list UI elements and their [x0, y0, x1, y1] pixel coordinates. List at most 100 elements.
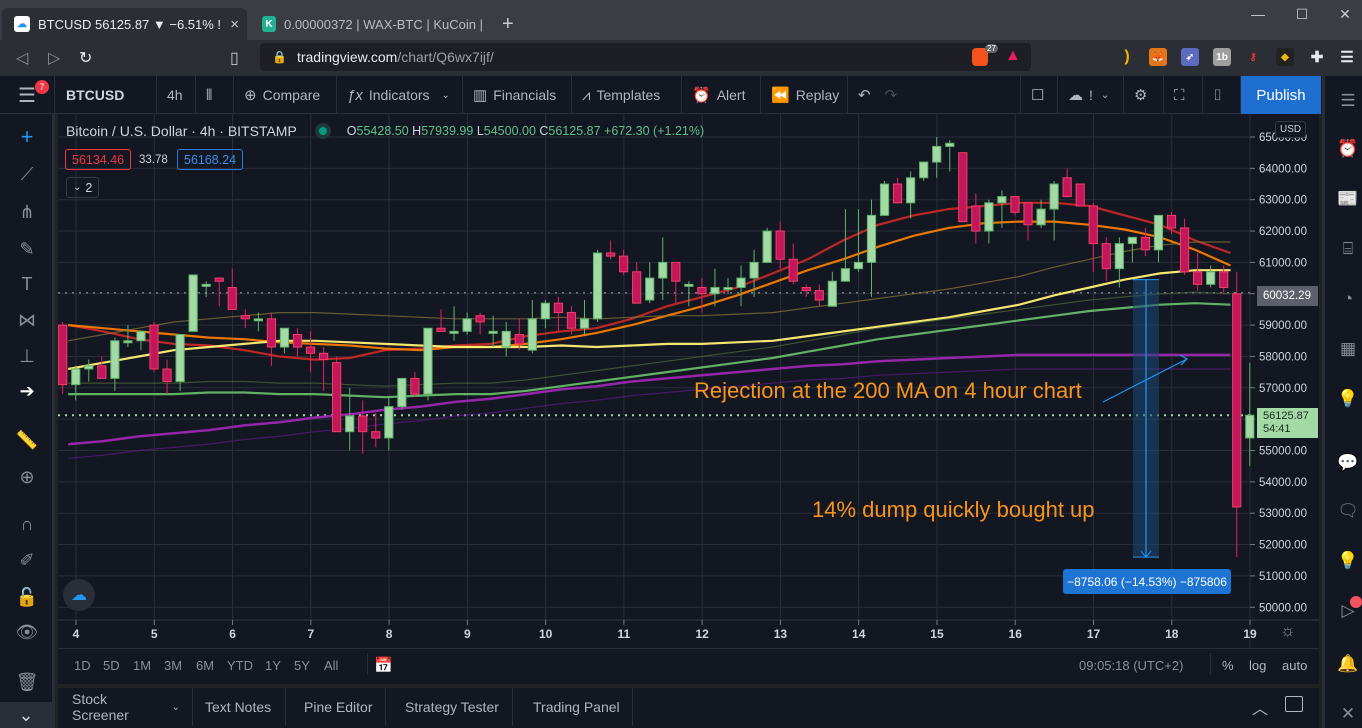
tab-stock-screener[interactable]: Stock Screener ⌄ — [60, 688, 193, 726]
bookmark-icon[interactable]: ▯ — [230, 48, 239, 68]
market-status-dot-icon[interactable] — [318, 127, 327, 135]
binance-icon[interactable]: ◆ — [1276, 48, 1294, 66]
close-tab-icon[interactable]: × — [230, 16, 239, 33]
symbol-search-button[interactable]: BTCUSD — [56, 76, 157, 114]
chart-settings-sun-icon[interactable]: ☼ — [1280, 621, 1296, 641]
range-5d[interactable]: 5D — [103, 658, 120, 673]
close-window-button[interactable]: ✕ — [1330, 6, 1360, 26]
text-tool-icon[interactable]: T — [12, 271, 42, 297]
layout-button[interactable]: ☐ — [1020, 76, 1058, 114]
collapse-toolbar-chevron-icon[interactable]: ⌄ — [0, 702, 52, 728]
hotlist-flame-icon[interactable]: ◔ — [1335, 286, 1361, 312]
financials-button[interactable]: ▥ Financials — [463, 76, 572, 114]
range-6m[interactable]: 6M — [196, 658, 214, 673]
replay-button[interactable]: ⏪ Replay — [761, 76, 848, 114]
tab-text-notes[interactable]: Text Notes — [193, 688, 286, 726]
range-1d[interactable]: 1D — [74, 658, 91, 673]
sell-price-button[interactable]: 56134.46 — [65, 149, 132, 170]
buy-price-button[interactable]: 56168.24 — [177, 149, 244, 170]
measure-tool-icon[interactable]: ⊥ — [12, 343, 42, 369]
range-1m[interactable]: 1M — [133, 658, 151, 673]
trash-icon[interactable]: 🗑 — [12, 669, 42, 695]
sidebar-collapse-icon[interactable]: ✕ — [1335, 701, 1361, 727]
indicators-collapse-button[interactable]: ⌄ 2 — [66, 177, 100, 198]
fullscreen-button[interactable]: ⛶ — [1164, 76, 1203, 114]
tab-pine-editor[interactable]: Pine Editor — [292, 688, 386, 726]
extension-banana-icon[interactable]: ) — [1118, 48, 1136, 66]
currency-label[interactable]: USD — [1275, 121, 1307, 138]
ideas-bulb-icon[interactable]: 💡 — [1335, 386, 1361, 412]
brush-icon[interactable]: ✎ — [12, 236, 42, 262]
extension-key-icon[interactable]: ⚷ — [1244, 48, 1262, 66]
annotation-dump[interactable]: 14% dump quickly bought up — [812, 497, 1095, 523]
tab-strategy-tester[interactable]: Strategy Tester — [393, 688, 513, 726]
undo-icon[interactable]: ↶ — [858, 86, 871, 104]
data-window-icon[interactable]: ⌸ — [1335, 236, 1361, 262]
brave-rewards-icon[interactable]: ▲ — [1005, 47, 1021, 65]
metamask-icon[interactable]: 🦊 — [1149, 48, 1167, 66]
range-all[interactable]: All — [324, 658, 338, 673]
browser-tab-kucoin[interactable]: K 0.00000372 | WAX-BTC | KuCoin | Cryp — [250, 8, 485, 40]
notifications-bell-icon[interactable]: 🔔 — [1335, 651, 1361, 677]
range-3m[interactable]: 3M — [164, 658, 182, 673]
publish-button[interactable]: Publish — [1241, 76, 1321, 114]
lock-drawing-icon[interactable]: ✐ — [12, 547, 42, 573]
candle-up — [945, 142, 955, 147]
extensions-puzzle-icon[interactable]: ✚ — [1308, 48, 1326, 66]
price-chart[interactable]: 65000.0064000.0063000.0062000.0061000.00… — [58, 114, 1319, 648]
more-tools-arrow-icon[interactable]: ➔ — [12, 378, 42, 404]
main-menu-button[interactable]: ☰ 7 — [0, 76, 55, 114]
maximize-button[interactable]: ☐ — [1287, 6, 1317, 26]
compare-button[interactable]: ⊕ Compare — [234, 76, 337, 114]
tab-trading-panel[interactable]: Trading Panel — [521, 688, 633, 726]
watchlist-icon[interactable]: ☰ — [1335, 88, 1361, 114]
pattern-icon[interactable]: ⋈ — [12, 307, 42, 333]
auto-scale-toggle[interactable]: auto — [1282, 658, 1307, 673]
unlock-icon[interactable]: 🔓 — [12, 584, 42, 610]
chart-pane[interactable]: 65000.00 64000.00 63000.00 62000.00 61000.00… — [58, 114, 1319, 648]
range-ytd[interactable]: YTD — [227, 658, 253, 673]
url-input[interactable]: 🔒 tradingview.com /chart/Q6wx7ijf/ 27 ▲ — [260, 43, 1031, 71]
chats-icon[interactable]: 💬 — [1335, 450, 1361, 476]
ideas-stream-icon[interactable]: 💡 — [1335, 548, 1361, 574]
percent-scale-toggle[interactable]: % — [1222, 658, 1234, 673]
magnet-icon[interactable]: ∩ — [12, 511, 42, 537]
settings-button[interactable]: ⚙ — [1124, 76, 1164, 114]
redo-icon[interactable]: ↷ — [885, 86, 898, 104]
interval-button[interactable]: 4h — [157, 76, 196, 114]
minimize-button[interactable]: — — [1243, 6, 1273, 26]
extension-arrow-icon[interactable]: ➶ — [1181, 48, 1199, 66]
trend-line-icon[interactable]: ⟋ — [12, 161, 42, 187]
new-tab-button[interactable]: + — [490, 8, 514, 40]
clock[interactable]: 09:05:18 (UTC+2) — [1079, 658, 1183, 673]
expand-panel-chevron-icon[interactable]: ︿ — [1252, 695, 1268, 719]
back-icon[interactable]: ◁ — [16, 48, 28, 68]
go-to-date-icon[interactable]: 📅 — [374, 656, 393, 674]
annotation-rejection[interactable]: Rejection at the 200 MA on 4 hour chart — [694, 378, 1082, 404]
browser-menu-icon[interactable]: ☰ — [1338, 48, 1356, 66]
zoom-in-icon[interactable]: ⊕ — [12, 464, 42, 490]
reload-icon[interactable]: ↻ — [79, 48, 92, 68]
pitchfork-icon[interactable]: ⋔ — [12, 199, 42, 225]
maximize-panel-icon[interactable] — [1285, 696, 1303, 712]
news-icon[interactable]: 📰 — [1335, 186, 1361, 212]
templates-button[interactable]: ⩘ Templates — [572, 76, 682, 114]
extension-1b-icon[interactable]: 1b — [1213, 48, 1231, 66]
alert-button[interactable]: ⏰ Alert — [682, 76, 761, 114]
snapshot-button[interactable]: ⌷ — [1203, 76, 1241, 114]
range-1y[interactable]: 1Y — [265, 658, 281, 673]
crosshair-icon[interactable]: + — [12, 124, 42, 150]
log-scale-toggle[interactable]: log — [1249, 658, 1266, 673]
forward-icon[interactable]: ▷ — [48, 48, 60, 68]
browser-tab-tradingview[interactable]: ☁ BTCUSD 56125.87 ▼ −6.51% ! × — [2, 8, 247, 40]
tradingview-logo-icon[interactable]: ☁ — [63, 579, 95, 611]
cloud-save-button[interactable]: ☁! ⌄ — [1058, 76, 1124, 114]
ruler-icon[interactable]: 📏 — [12, 427, 42, 453]
chat-icon[interactable]: 🗨 — [1335, 498, 1361, 524]
chart-type-button[interactable]: ⫴ — [196, 76, 234, 114]
calendar-icon[interactable]: ▦ — [1335, 336, 1361, 362]
alerts-clock-icon[interactable]: ⏰ — [1335, 136, 1361, 162]
indicators-button[interactable]: ƒx Indicators ⌄ — [337, 76, 463, 114]
range-5y[interactable]: 5Y — [294, 658, 310, 673]
visibility-eye-icon[interactable]: 👁 — [12, 619, 42, 645]
